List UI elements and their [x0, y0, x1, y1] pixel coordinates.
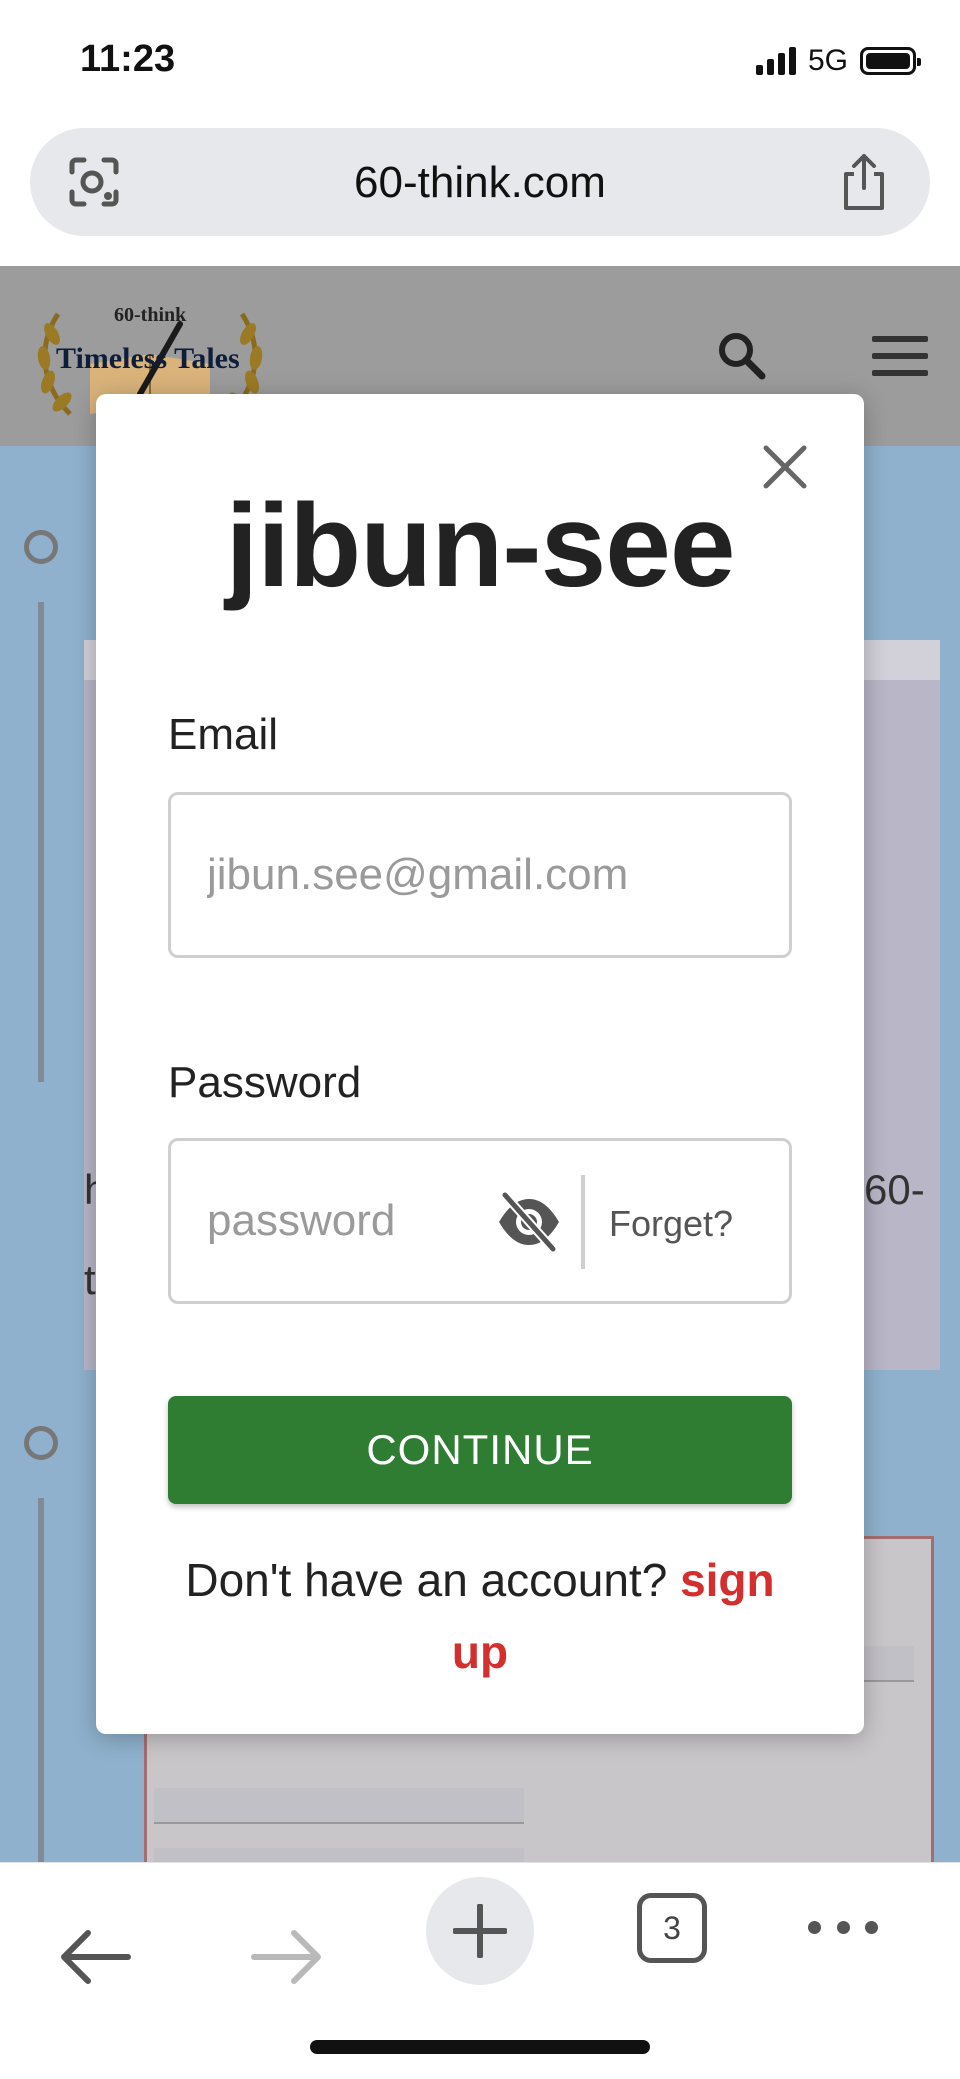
- signup-prompt-text: Don't have an account?: [185, 1554, 668, 1606]
- background-form-field: [154, 1848, 524, 1862]
- new-tab-button[interactable]: [426, 1877, 534, 1985]
- battery-icon: [860, 47, 921, 75]
- eye-slash-icon[interactable]: [495, 1191, 563, 1253]
- logo-small-text: 60-think: [114, 304, 187, 326]
- email-field[interactable]: [207, 795, 767, 955]
- back-arrow-icon[interactable]: [58, 1927, 132, 1987]
- timeline-dot: [24, 530, 58, 564]
- continue-button[interactable]: CONTINUE: [168, 1396, 792, 1504]
- tabs-button[interactable]: 3: [637, 1893, 707, 1963]
- forgot-password-link[interactable]: Forget?: [609, 1203, 733, 1245]
- menu-icon: [872, 336, 928, 376]
- login-modal: jibun-see Email Password Forget? CONTINU…: [96, 394, 864, 1734]
- home-indicator: [310, 2040, 650, 2054]
- password-field[interactable]: [207, 1141, 467, 1301]
- status-bar: 11:23 5G: [0, 0, 960, 120]
- timeline-line: [38, 602, 44, 1082]
- password-field-box[interactable]: Forget?: [168, 1138, 792, 1304]
- share-icon[interactable]: [838, 152, 890, 212]
- address-bar[interactable]: 60-think.com: [30, 128, 930, 236]
- modal-title: jibun-see: [225, 480, 736, 612]
- timeline-dot: [24, 1426, 58, 1460]
- background-text-right: 60-: [864, 1166, 925, 1213]
- password-label: Password: [168, 1058, 362, 1107]
- network-type: 5G: [807, 44, 848, 77]
- more-icon[interactable]: [808, 1921, 878, 1935]
- timeline-line: [38, 1498, 44, 1862]
- logo-main-text: Timeless Tales: [56, 342, 240, 375]
- password-divider: [581, 1175, 585, 1269]
- email-field-box[interactable]: [168, 792, 792, 958]
- background-text-left-2: t: [84, 1256, 96, 1303]
- signal-icon: [755, 47, 796, 75]
- status-indicators: 5G: [755, 44, 921, 78]
- signup-prompt: Don't have an account? sign up: [156, 1544, 804, 1688]
- background-form-field: [154, 1788, 524, 1824]
- forward-arrow-icon[interactable]: [250, 1927, 324, 1987]
- email-label: Email: [168, 710, 279, 759]
- plus-icon: [453, 1904, 507, 1958]
- search-icon: [719, 333, 766, 380]
- browser-toolbar: 3: [0, 1862, 960, 2079]
- url-text[interactable]: 60-think.com: [30, 158, 930, 208]
- status-time: 11:23: [80, 38, 176, 80]
